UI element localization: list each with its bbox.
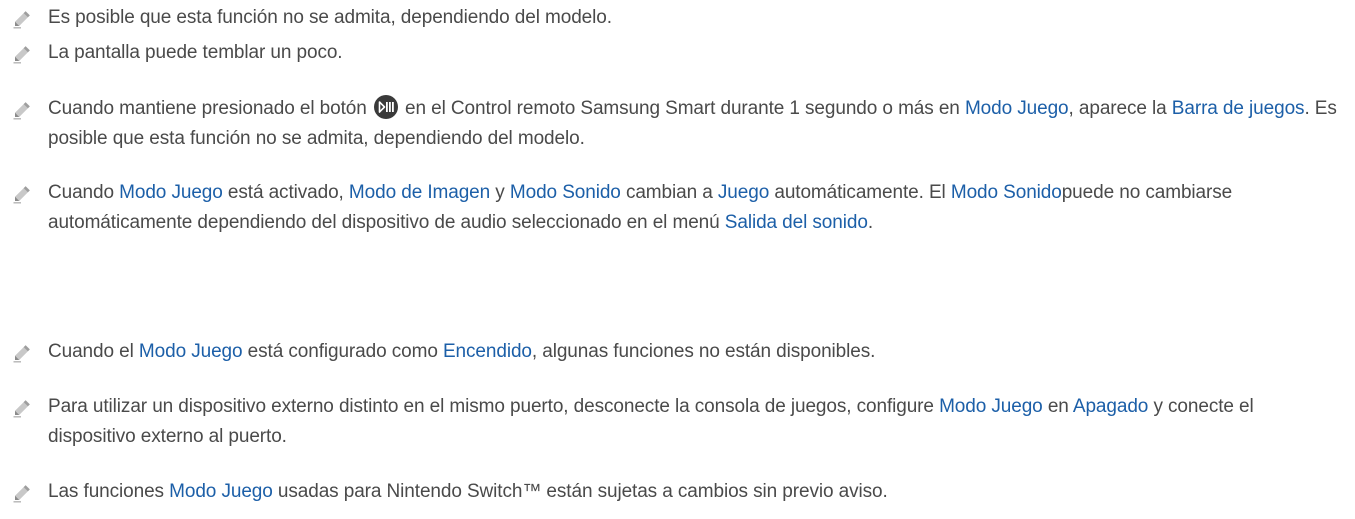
highlighted-term: Modo Juego [119,182,223,203]
pencil-note-icon [12,398,32,418]
note-text-segment: usadas para Nintendo Switch™ están sujet… [272,481,888,502]
note-text-segment: Cuando el [48,341,139,362]
note-text-segment: Cuando [48,182,120,203]
pencil-note-icon [12,483,32,503]
highlighted-term: Apagado [1072,396,1149,417]
pencil-note-icon [12,100,32,120]
note-text: La pantalla puede temblar un poco. [48,38,1338,68]
highlighted-term: Modo Sonido [950,182,1062,203]
note-text-segment: Las funciones [48,481,170,502]
note-text: Cuando mantiene presionado el botón en e… [48,94,1338,154]
note-text-segment: está activado, [222,182,349,203]
note-text-segment: y [490,182,510,203]
note-text-segment: está configurado como [242,341,443,362]
highlighted-term: Modo Sonido [509,182,621,203]
highlighted-term: Modo Juego [964,98,1069,119]
note-text-segment: , algunas funciones no están disponibles… [531,341,876,362]
highlighted-term: Encendido [442,341,532,362]
pencil-note-icon [12,44,32,64]
highlighted-term: Salida del sonido [724,212,868,233]
pencil-note-icon [12,343,32,363]
highlighted-term: Modo Juego [138,341,243,362]
note-text-segment: . [867,212,873,233]
highlighted-term: Modo Juego [939,396,1043,417]
note-text-segment: en el Control remoto Samsung Smart duran… [399,98,965,119]
pencil-note-icon [12,184,32,204]
note-text-segment: Es posible que esta función no se admita… [48,7,612,28]
highlighted-term: Modo de Imagen [348,182,491,203]
play-pause-button-icon [373,94,399,120]
note-text-segment: , aparece la [1068,98,1172,119]
note-text: Es posible que esta función no se admita… [48,3,1338,33]
note-text-segment: cambian a [620,182,718,203]
highlighted-term: Juego [717,182,770,203]
note-text: Para utilizar un dispositivo externo dis… [48,392,1338,452]
note-text: Cuando Modo Juego está activado, Modo de… [48,178,1338,238]
note-text: Cuando el Modo Juego está configurado co… [48,337,1338,367]
note-text-segment: La pantalla puede temblar un poco. [48,42,343,63]
note-text-segment: automáticamente. El [769,182,951,203]
note-text-segment: en [1042,396,1073,417]
pencil-note-icon [12,9,32,29]
note-text: Las funciones Modo Juego usadas para Nin… [48,477,1338,507]
highlighted-term: Barra de juegos [1171,98,1305,119]
note-text-segment: Cuando mantiene presionado el botón [48,98,372,119]
highlighted-term: Modo Juego [169,481,273,502]
note-text-segment: Para utilizar un dispositivo externo dis… [48,396,940,417]
